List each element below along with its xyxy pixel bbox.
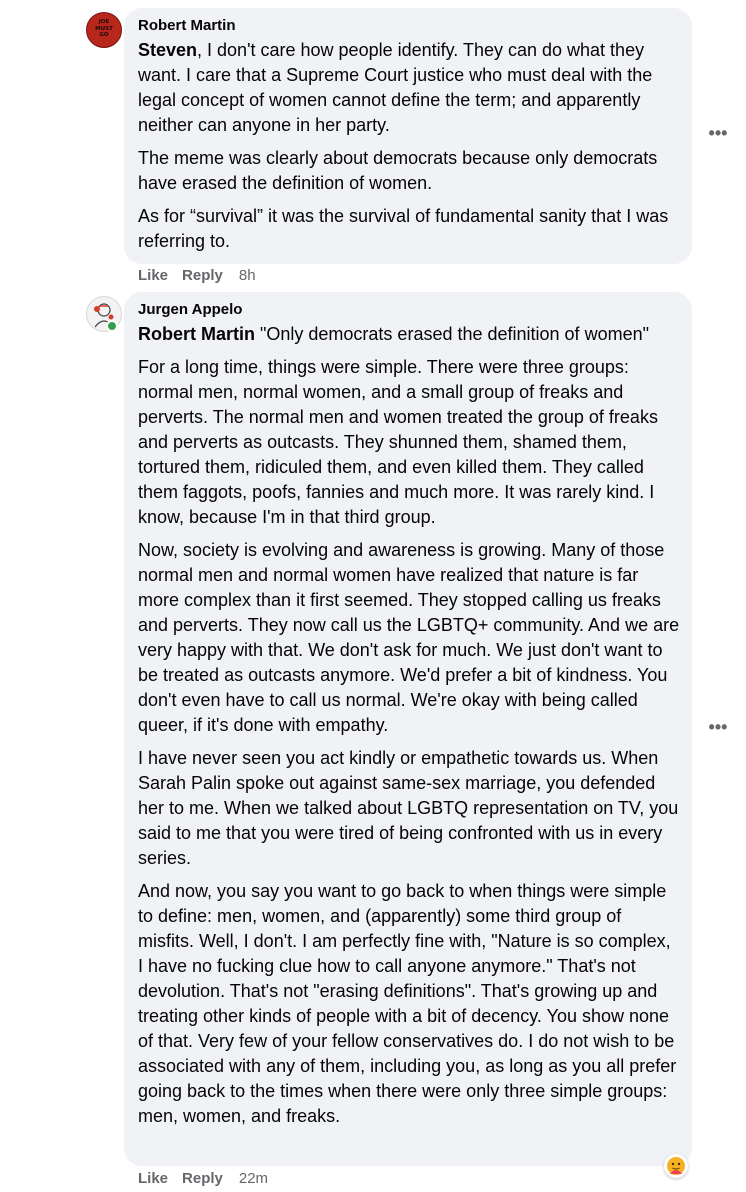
comment-paragraph: Now, society is evolving and awareness i… [138,540,685,735]
comment-paragraph: Steven, I don't care how people identify… [138,40,658,135]
mention-link[interactable]: Steven [138,40,197,60]
comment-paragraph: As for “survival” it was the survival of… [138,206,674,251]
comment-author-name[interactable]: Jurgen Appelo [138,300,680,320]
comment-bubble: Jurgen Appelo Robert Martin "Only democr… [124,292,692,1166]
comment-bubble: Robert Martin Steven, I don't care how p… [124,8,692,264]
comment-paragraph: For a long time, things were simple. The… [138,357,663,527]
comment-timestamp[interactable]: 22m [239,1170,268,1187]
avatar-robert-martin[interactable]: JOE MUST GO [86,12,122,48]
more-options-icon[interactable]: ••• [706,718,730,740]
comment-paragraph: I have never seen you act kindly or empa… [138,748,684,868]
online-status-indicator [106,320,118,332]
comment-timestamp[interactable]: 8h [239,267,256,284]
comment-paragraph: The meme was clearly about democrats bec… [138,148,663,193]
comment-paragraph: And now, you say you want to go back to … [138,881,682,1126]
like-button[interactable]: Like [138,1170,168,1187]
reply-button[interactable]: Reply [182,1170,223,1187]
comment-paragraph: Robert Martin "Only democrats erased the… [138,324,649,344]
comment-actions: Like Reply 22m [138,1169,282,1189]
mention-link[interactable]: Robert Martin [138,324,255,344]
comment-author-name[interactable]: Robert Martin [138,16,680,36]
reply-button[interactable]: Reply [182,267,223,284]
comment-actions: Like Reply 8h [138,266,270,286]
more-options-icon[interactable]: ••• [706,124,730,146]
avatar-badge-text: JOE MUST GO [95,19,113,38]
care-reaction-icon[interactable] [664,1154,688,1178]
like-button[interactable]: Like [138,267,168,284]
